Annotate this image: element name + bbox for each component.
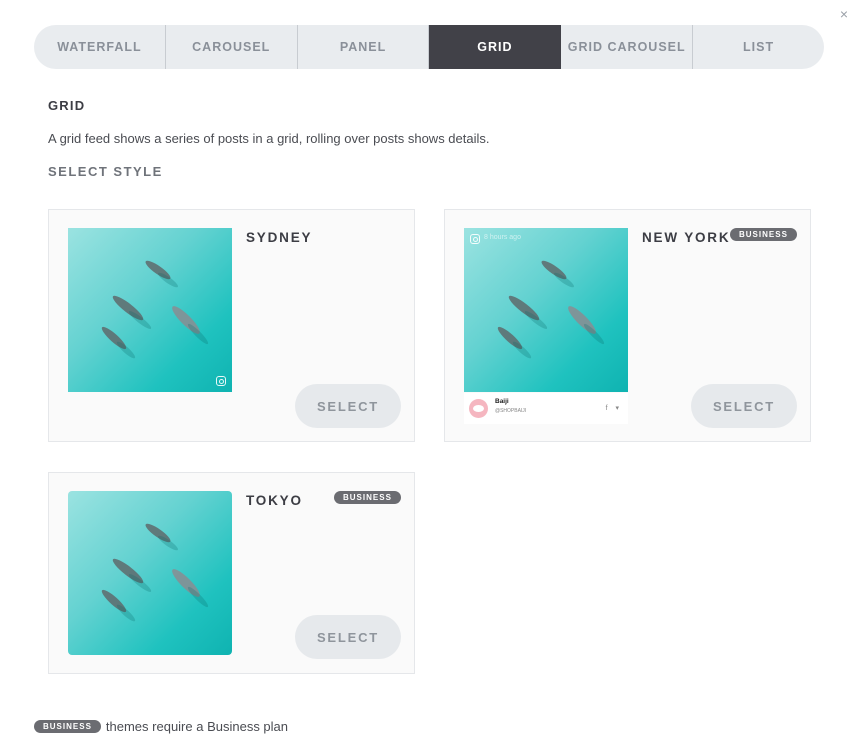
tab-grid[interactable]: GRID xyxy=(429,25,562,69)
business-badge: BUSINESS xyxy=(730,228,797,241)
tab-waterfall[interactable]: WATERFALL xyxy=(34,25,166,69)
select-tokyo-button[interactable]: SELECT xyxy=(295,615,401,659)
share-icons: f ▾ xyxy=(605,405,622,412)
tab-grid-carousel[interactable]: GRID CAROUSEL xyxy=(561,25,694,69)
tab-panel[interactable]: PANEL xyxy=(298,25,430,69)
style-name: SYDNEY xyxy=(246,230,313,245)
footnote-text: themes require a Business plan xyxy=(105,719,289,734)
post-handle: @SHOPBAIJI xyxy=(495,408,527,414)
post-user: Baiji xyxy=(495,398,509,405)
style-card-sydney: SYDNEY SELECT xyxy=(48,209,415,442)
dolphins-photo xyxy=(68,228,232,392)
dolphins-photo xyxy=(68,491,232,655)
select-style-label: SELECT STYLE xyxy=(48,164,163,179)
section-title: GRID xyxy=(48,98,86,113)
avatar xyxy=(469,399,488,418)
style-card-new-york: 8 hours ago Baiji @SHOPBAIJI f ▾ NEW YOR… xyxy=(444,209,811,442)
business-badge: BUSINESS xyxy=(34,720,101,733)
style-name: TOKYO xyxy=(246,493,303,508)
style-card-tokyo: TOKYO BUSINESS SELECT xyxy=(48,472,415,674)
layout-tabs: WATERFALL CAROUSEL PANEL GRID GRID CAROU… xyxy=(34,25,824,69)
instagram-icon xyxy=(216,376,226,386)
section-description: A grid feed shows a series of posts in a… xyxy=(48,131,490,146)
select-sydney-button[interactable]: SELECT xyxy=(295,384,401,428)
dolphins-photo: 8 hours ago xyxy=(464,228,628,392)
post-footer: Baiji @SHOPBAIJI f ▾ xyxy=(464,393,628,424)
tab-carousel[interactable]: CAROUSEL xyxy=(166,25,298,69)
business-badge: BUSINESS xyxy=(334,491,401,504)
style-name: NEW YORK xyxy=(642,230,731,245)
post-time: 8 hours ago xyxy=(484,234,521,241)
select-new-york-button[interactable]: SELECT xyxy=(691,384,797,428)
instagram-icon xyxy=(470,234,480,244)
tab-list[interactable]: LIST xyxy=(693,25,824,69)
business-footnote: BUSINESS themes require a Business plan xyxy=(34,719,288,734)
close-icon[interactable]: × xyxy=(840,7,848,21)
